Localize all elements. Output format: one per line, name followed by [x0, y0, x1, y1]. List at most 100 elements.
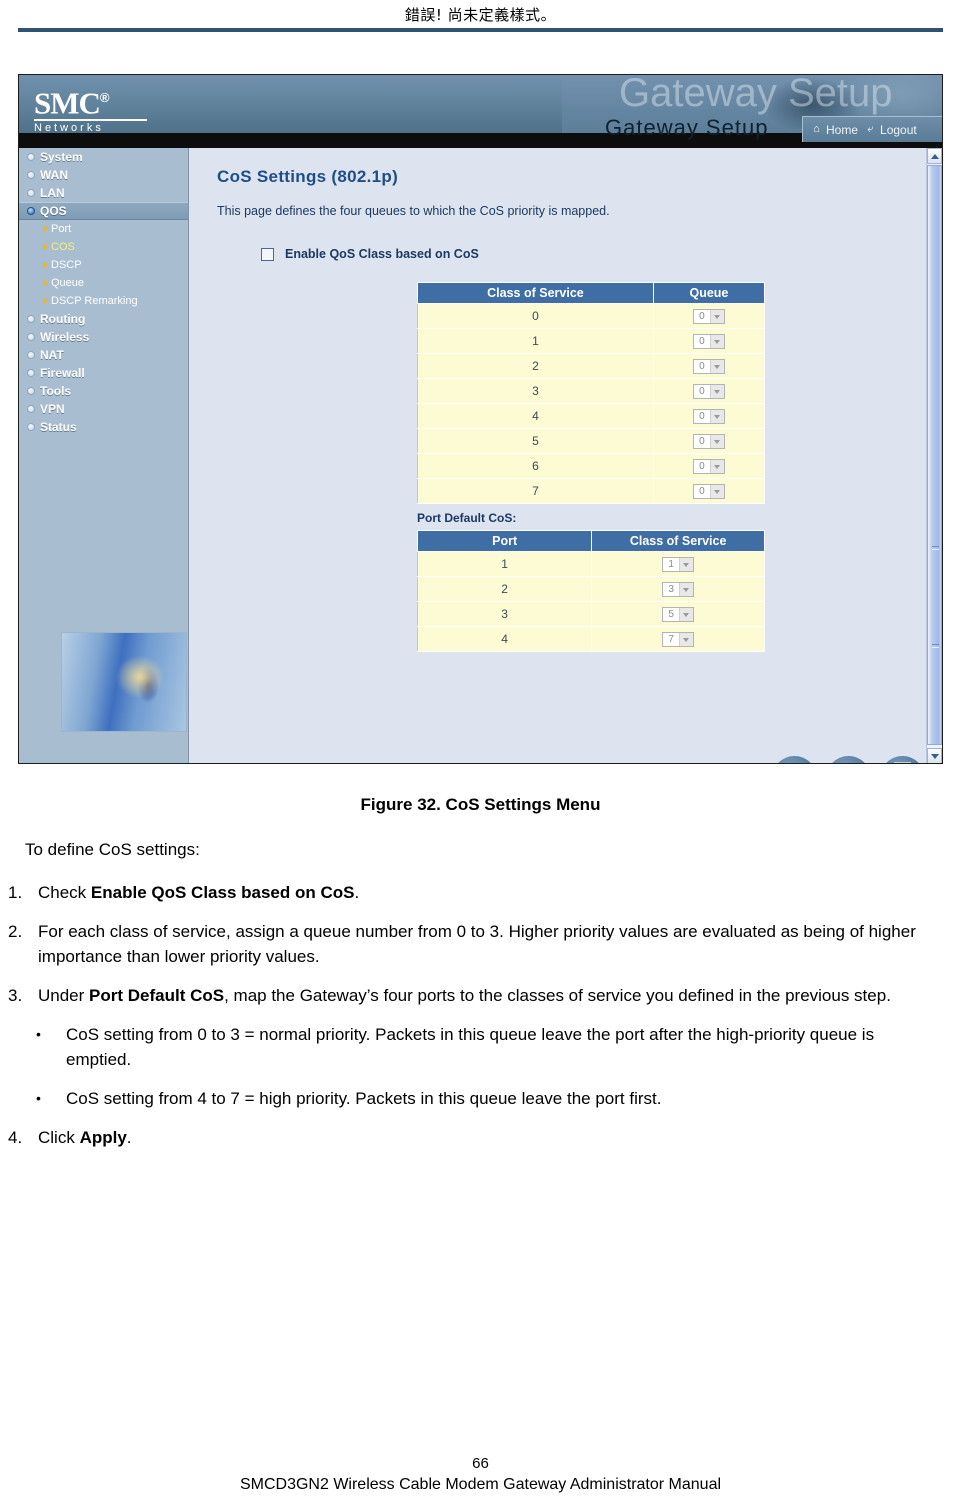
- cancel-button[interactable]: ⌧ CANCEL: [880, 756, 925, 763]
- bullet-icon: [27, 207, 35, 215]
- chevron-down-icon: [709, 384, 724, 398]
- cos-value: 3: [417, 378, 654, 404]
- sidebar-item-label: Status: [40, 420, 77, 434]
- sidebar-item-wireless[interactable]: Wireless: [19, 328, 188, 346]
- enable-qos-row: Enable QoS Class based on CoS: [261, 247, 479, 261]
- sidebar-item-firewall[interactable]: Firewall: [19, 364, 188, 382]
- step-text-pre: Check: [38, 883, 91, 902]
- home-link[interactable]: ⌂ Home: [810, 123, 858, 137]
- queue-cell: 0: [652, 378, 766, 404]
- sidebar-item-system[interactable]: System: [19, 148, 188, 166]
- step-text-pre: Click: [38, 1128, 80, 1147]
- step-number: 4.: [8, 1128, 23, 1147]
- list-item: 4. Click Apply.: [8, 1125, 933, 1150]
- list-item: • CoS setting from 4 to 7 = high priorit…: [36, 1086, 933, 1111]
- cos-value: 2: [417, 353, 654, 379]
- logout-label: Logout: [880, 122, 917, 137]
- instruction-list: 1. Check Enable QoS Class based on CoS. …: [8, 880, 933, 1164]
- queue-select[interactable]: 0: [692, 433, 725, 449]
- brand-tagline: Networks: [34, 122, 104, 133]
- chevron-right-icon: [43, 279, 48, 287]
- table-row: 4 7: [416, 626, 765, 652]
- sidebar-subitem-label: DSCP: [51, 259, 82, 271]
- bullet-icon: •: [36, 1090, 41, 1106]
- scroll-down-button[interactable]: [927, 748, 942, 763]
- chevron-down-icon: [679, 632, 694, 646]
- port-cos-select[interactable]: 7: [662, 631, 695, 647]
- port-cos-select[interactable]: 3: [662, 581, 695, 597]
- sidebar-item-tools[interactable]: Tools: [19, 382, 188, 400]
- sidebar-item-routing[interactable]: Routing: [19, 310, 188, 328]
- sidebar-item-label: Tools: [40, 384, 72, 398]
- cos-value: 6: [417, 453, 654, 479]
- port-value: 3: [416, 601, 593, 627]
- port-default-cos-table: Port Class of Service 1 1 2 3 3 5 4 7: [416, 530, 765, 652]
- sidebar-item-lan[interactable]: LAN: [19, 184, 188, 202]
- queue-select[interactable]: 0: [692, 308, 725, 324]
- bullet-icon: [27, 369, 35, 377]
- sidebar-decorative-photo: [61, 632, 187, 732]
- page-title: CoS Settings (802.1p): [217, 167, 399, 186]
- queue-select[interactable]: 0: [692, 458, 725, 474]
- document-header: 錯誤! 尚未定義樣式。: [0, 0, 961, 36]
- col-queue: Queue: [652, 282, 766, 304]
- bullet-list: • CoS setting from 0 to 3 = normal prior…: [36, 1022, 933, 1111]
- queue-cell: 0: [652, 453, 766, 479]
- sidebar-item-vpn[interactable]: VPN: [19, 400, 188, 418]
- sidebar-item-label: WAN: [40, 168, 68, 182]
- table-row: 0 0: [417, 303, 766, 329]
- sidebar-item-label: System: [40, 150, 83, 164]
- sidebar-item-status[interactable]: Status: [19, 418, 188, 436]
- sidebar-item-label: NAT: [40, 348, 64, 362]
- sidebar-subitem-label: DSCP Remarking: [51, 295, 138, 307]
- sidebar-subitem-queue[interactable]: Queue: [19, 274, 188, 292]
- port-cos-cell: 7: [591, 626, 765, 652]
- chevron-down-icon: [679, 607, 694, 621]
- table-row: 7 0: [417, 478, 766, 504]
- sidebar-item-nat[interactable]: NAT: [19, 346, 188, 364]
- bullet-icon: [27, 315, 35, 323]
- chevron-right-icon: [43, 225, 48, 233]
- sidebar-item-qos[interactable]: QOS: [19, 202, 188, 220]
- apply-button[interactable]: ✎ APPLY: [826, 756, 871, 763]
- step-text-pre: Under: [38, 986, 90, 1005]
- vertical-scrollbar[interactable]: [926, 148, 942, 763]
- table-header-row: Class of Service Queue: [417, 282, 766, 304]
- scrollbar-thumb[interactable]: [927, 165, 942, 745]
- table-row: 1 1: [416, 551, 765, 577]
- scroll-up-button[interactable]: [927, 148, 942, 164]
- bullet-icon: [27, 189, 35, 197]
- port-cos-select[interactable]: 1: [662, 556, 695, 572]
- step-number: 2.: [8, 922, 23, 941]
- queue-select[interactable]: 0: [692, 383, 725, 399]
- sidebar-item-wan[interactable]: WAN: [19, 166, 188, 184]
- sidebar-subitem-dscp-remarking[interactable]: DSCP Remarking: [19, 292, 188, 310]
- queue-select[interactable]: 0: [692, 483, 725, 499]
- bullet-icon: [27, 423, 35, 431]
- queue-select[interactable]: 0: [692, 333, 725, 349]
- chevron-down-icon: [709, 309, 724, 323]
- scrollbar-grip: [932, 546, 939, 550]
- queue-cell: 0: [652, 403, 766, 429]
- col-port: Port: [416, 530, 593, 552]
- help-button[interactable]: ? HELP: [772, 756, 817, 763]
- step-text: Click Apply.: [38, 1125, 933, 1150]
- cos-value: 1: [417, 328, 654, 354]
- table-row: 5 0: [417, 428, 766, 454]
- sidebar-subitem-cos[interactable]: COS: [19, 238, 188, 256]
- logout-link[interactable]: ⤶ Logout: [864, 122, 917, 137]
- enable-qos-checkbox[interactable]: [261, 247, 274, 261]
- bullet-icon: [27, 351, 35, 359]
- enable-qos-label: Enable QoS Class based on CoS: [285, 247, 479, 261]
- port-cos-select[interactable]: 5: [662, 606, 695, 622]
- chevron-down-icon: [709, 359, 724, 373]
- sidebar-subitem-port[interactable]: Port: [19, 220, 188, 238]
- queue-select[interactable]: 0: [692, 408, 725, 424]
- sidebar-subitem-dscp[interactable]: DSCP: [19, 256, 188, 274]
- chevron-down-icon: [709, 409, 724, 423]
- port-value: 2: [416, 576, 593, 602]
- sidebar-subitem-label: Queue: [51, 277, 85, 289]
- bullet-icon: [27, 171, 35, 179]
- step-text-post: .: [354, 883, 360, 902]
- queue-select[interactable]: 0: [692, 358, 725, 374]
